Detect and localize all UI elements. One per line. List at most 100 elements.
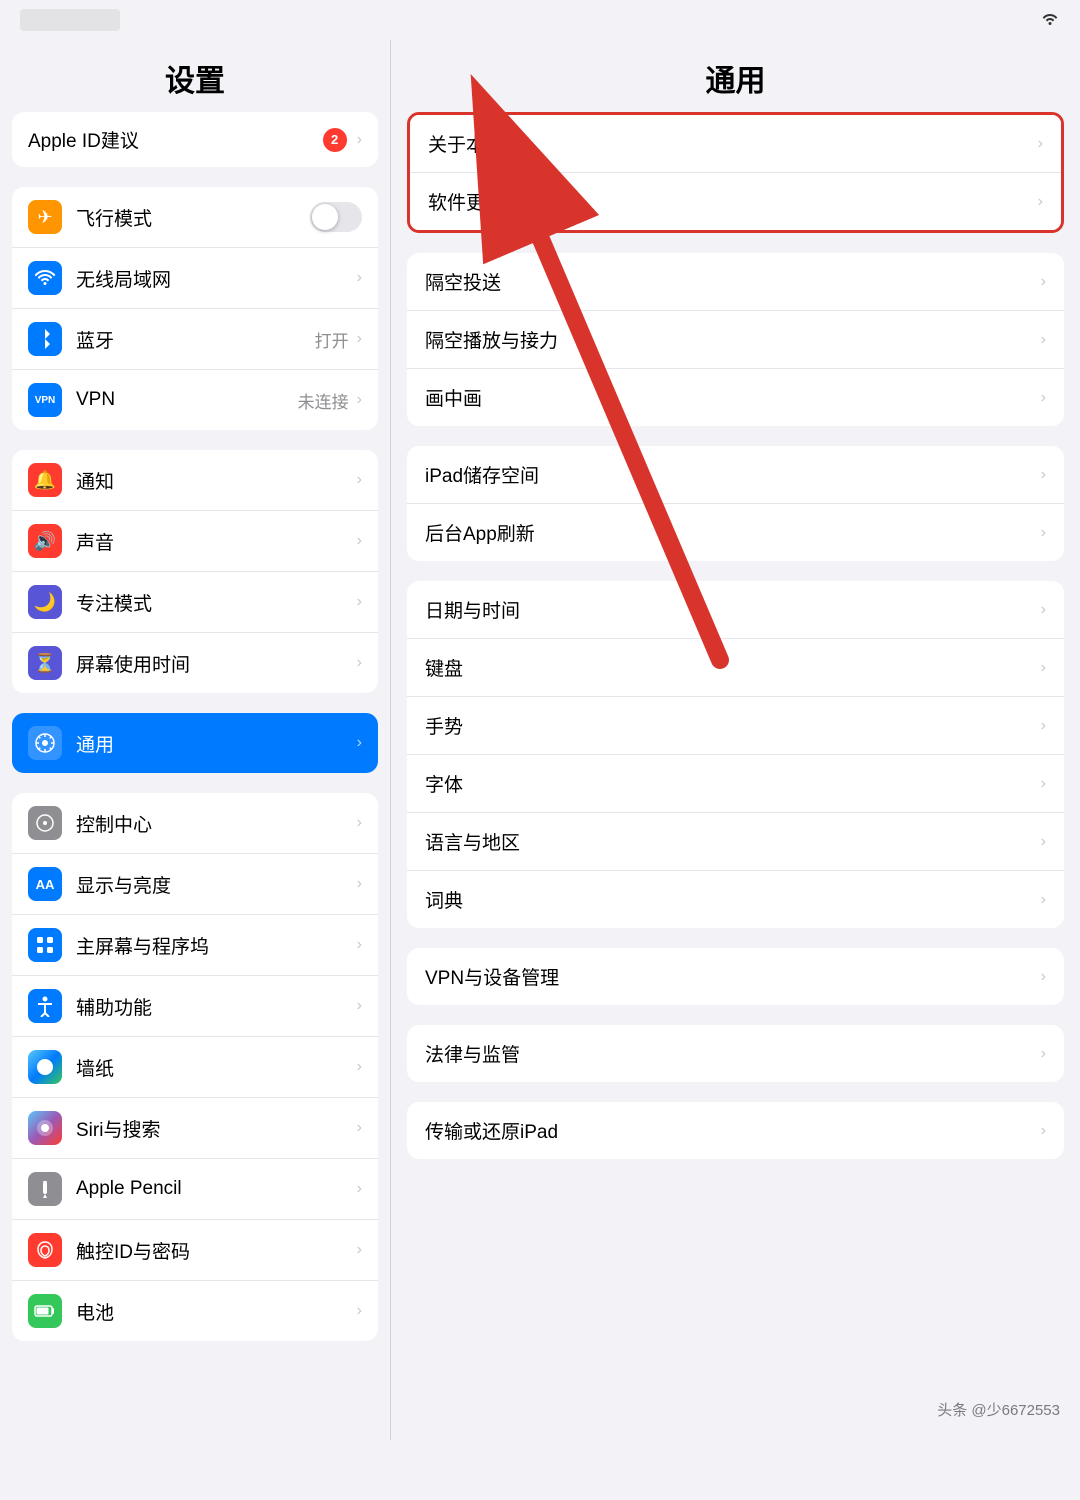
storage-chevron: ›: [1041, 466, 1046, 484]
panel-row-pip[interactable]: 画中画 ›: [407, 369, 1064, 426]
panel-row-language[interactable]: 语言与地区 ›: [407, 813, 1064, 871]
panel-group-about: 关于本机 › 软件更新 ›: [407, 112, 1064, 233]
sidebar-item-bluetooth[interactable]: 蓝牙 打开 ›: [12, 309, 378, 370]
panel-row-gesture[interactable]: 手势 ›: [407, 697, 1064, 755]
display-label: 显示与亮度: [76, 871, 357, 898]
sidebar-item-focus[interactable]: 🌙 专注模式 ›: [12, 572, 378, 633]
sidebar-group-more: 控制中心 › AA 显示与亮度 › 主屏: [12, 793, 378, 1341]
siri-icon-wrap: [28, 1111, 62, 1145]
sidebar-item-notifications[interactable]: 🔔 通知 ›: [12, 450, 378, 511]
sidebar-item-touchid[interactable]: 触控ID与密码 ›: [12, 1220, 378, 1281]
right-panel: 通用 关于本机 › 软件更新 › 隔空投送 › 隔空播放与接力 › 画中画: [391, 40, 1080, 1440]
vpn-icon: VPN: [35, 395, 56, 406]
wallpaper-icon-wrap: [28, 1050, 62, 1084]
sidebar-item-display[interactable]: AA 显示与亮度 ›: [12, 854, 378, 915]
sidebar-item-homescreen[interactable]: 主屏幕与程序坞 ›: [12, 915, 378, 976]
panel-group-legal: 法律与监管 ›: [407, 1025, 1064, 1082]
sidebar-item-controlcenter[interactable]: 控制中心 ›: [12, 793, 378, 854]
sidebar-item-applepencil[interactable]: Apple Pencil ›: [12, 1159, 378, 1220]
sidebar-group-connectivity: ✈ 飞行模式 无线局域网 ›: [12, 187, 378, 430]
sidebar-item-wifi[interactable]: 无线局域网 ›: [12, 248, 378, 309]
controlcenter-icon-wrap: [28, 806, 62, 840]
notifications-icon: 🔔: [34, 470, 56, 491]
apple-id-label: Apple ID建议: [28, 126, 139, 153]
panel-row-keyboard[interactable]: 键盘 ›: [407, 639, 1064, 697]
panel-row-about[interactable]: 关于本机 ›: [410, 115, 1061, 173]
panel-row-dictionary[interactable]: 词典 ›: [407, 871, 1064, 928]
panel-group-transfer: 传输或还原iPad ›: [407, 1102, 1064, 1159]
datetime-label: 日期与时间: [425, 596, 1041, 623]
general-label: 通用: [76, 730, 357, 757]
panel-row-datetime[interactable]: 日期与时间 ›: [407, 581, 1064, 639]
sidebar-item-battery[interactable]: 电池 ›: [12, 1281, 378, 1341]
screentime-chevron: ›: [357, 654, 362, 672]
display-icon: AA: [36, 877, 55, 892]
font-label: 字体: [425, 770, 1041, 797]
status-right: [1040, 11, 1060, 30]
bgrefresh-chevron: ›: [1041, 524, 1046, 542]
sidebar-group-general-active: 通用 ›: [12, 713, 378, 773]
keyboard-label: 键盘: [425, 654, 1041, 681]
touchid-icon-wrap: [28, 1233, 62, 1267]
about-label: 关于本机: [428, 130, 1038, 157]
language-label: 语言与地区: [425, 828, 1041, 855]
panel-row-font[interactable]: 字体 ›: [407, 755, 1064, 813]
bgrefresh-label: 后台App刷新: [425, 519, 1041, 546]
pip-label: 画中画: [425, 384, 1041, 411]
panel-row-storage[interactable]: iPad储存空间 ›: [407, 446, 1064, 504]
display-icon-wrap: AA: [28, 867, 62, 901]
wifi-status-icon: [1040, 11, 1060, 30]
airplane-icon-wrap: ✈: [28, 200, 62, 234]
sidebar-item-general[interactable]: 通用 ›: [12, 713, 378, 773]
general-chevron: ›: [357, 734, 362, 752]
sidebar: 设置 Apple ID建议 2 › ✈ 飞行模式: [0, 40, 390, 1440]
sidebar-item-accessibility[interactable]: 辅助功能 ›: [12, 976, 378, 1037]
panel-row-transfer[interactable]: 传输或还原iPad ›: [407, 1102, 1064, 1159]
sidebar-item-siri[interactable]: Siri与搜索 ›: [12, 1098, 378, 1159]
panel-row-vpnmgmt[interactable]: VPN与设备管理 ›: [407, 948, 1064, 1005]
airplane-label: 飞行模式: [76, 204, 310, 231]
sidebar-item-sound[interactable]: 🔊 声音 ›: [12, 511, 378, 572]
sidebar-item-wallpaper[interactable]: 墙纸 ›: [12, 1037, 378, 1098]
pip-chevron: ›: [1041, 389, 1046, 407]
wallpaper-icon: [35, 1057, 55, 1077]
wifi-icon: [34, 270, 56, 286]
touchid-label: 触控ID与密码: [76, 1237, 357, 1264]
bluetooth-icon: [38, 328, 52, 350]
airdrop-chevron: ›: [1041, 273, 1046, 291]
legal-chevron: ›: [1041, 1045, 1046, 1063]
airplay-chevron: ›: [1041, 331, 1046, 349]
accessibility-icon-wrap: [28, 989, 62, 1023]
focus-chevron: ›: [357, 593, 362, 611]
panel-row-softwareupdate[interactable]: 软件更新 ›: [410, 173, 1061, 230]
airplane-toggle[interactable]: [310, 202, 362, 232]
screentime-label: 屏幕使用时间: [76, 650, 357, 677]
panel-group-storage: iPad储存空间 › 后台App刷新 ›: [407, 446, 1064, 561]
sidebar-item-vpn[interactable]: VPN VPN 未连接 ›: [12, 370, 378, 430]
apple-id-row[interactable]: Apple ID建议 2 ›: [12, 112, 378, 167]
notifications-icon-wrap: 🔔: [28, 463, 62, 497]
sidebar-item-screentime[interactable]: ⏳ 屏幕使用时间 ›: [12, 633, 378, 693]
homescreen-icon: [35, 935, 55, 955]
panel-row-legal[interactable]: 法律与监管 ›: [407, 1025, 1064, 1082]
panel-row-airplay[interactable]: 隔空播放与接力 ›: [407, 311, 1064, 369]
applepencil-icon-wrap: [28, 1172, 62, 1206]
sound-chevron: ›: [357, 532, 362, 550]
notifications-label: 通知: [76, 467, 357, 494]
datetime-chevron: ›: [1041, 601, 1046, 619]
sidebar-item-airplane[interactable]: ✈ 飞行模式: [12, 187, 378, 248]
siri-label: Siri与搜索: [76, 1115, 357, 1142]
main-layout: 设置 Apple ID建议 2 › ✈ 飞行模式: [0, 40, 1080, 1440]
panel-row-bgrefresh[interactable]: 后台App刷新 ›: [407, 504, 1064, 561]
focus-label: 专注模式: [76, 589, 357, 616]
battery-label: 电池: [76, 1298, 357, 1325]
legal-label: 法律与监管: [425, 1040, 1041, 1067]
panel-row-airdrop[interactable]: 隔空投送 ›: [407, 253, 1064, 311]
status-bar: [0, 0, 1080, 40]
sound-label: 声音: [76, 528, 357, 555]
panel-group-vpnmgmt: VPN与设备管理 ›: [407, 948, 1064, 1005]
language-chevron: ›: [1041, 833, 1046, 851]
screentime-icon-wrap: ⏳: [28, 646, 62, 680]
bluetooth-icon-wrap: [28, 322, 62, 356]
wifi-label: 无线局域网: [76, 265, 357, 292]
